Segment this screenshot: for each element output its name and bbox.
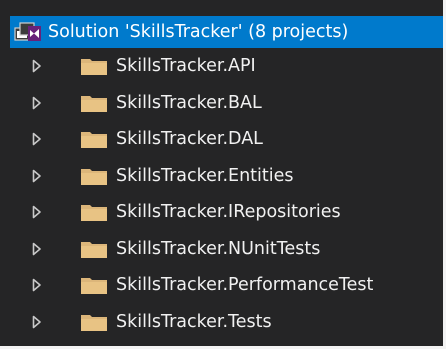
project-node-3[interactable]: SkillsTracker.Entities [10,158,443,195]
project-label: SkillsTracker.NUnitTests [116,238,321,259]
folder-icon [81,241,107,258]
project-label: SkillsTracker.Entities [116,165,294,186]
folder-icon [81,132,107,149]
project-node-1[interactable]: SkillsTracker.BAL [10,85,443,122]
expand-arrow-icon[interactable] [32,132,42,146]
solution-label: Solution 'SkillsTracker' (8 projects) [48,22,349,42]
project-label: SkillsTracker.BAL [116,92,262,113]
project-node-4[interactable]: SkillsTracker.IRepositories [10,194,443,231]
folder-icon [81,59,107,76]
expand-arrow-icon[interactable] [32,169,42,183]
expand-arrow-icon[interactable] [32,59,42,73]
expand-arrow-icon[interactable] [32,205,42,219]
folder-icon [81,278,107,295]
project-node-7[interactable]: SkillsTracker.Tests [10,304,443,341]
project-node-5[interactable]: SkillsTracker.NUnitTests [10,231,443,268]
expand-arrow-icon[interactable] [32,96,42,110]
folder-icon [81,205,107,222]
project-label: SkillsTracker.API [116,56,256,76]
folder-icon [81,168,107,185]
expand-arrow-icon[interactable] [32,242,42,256]
project-node-2[interactable]: SkillsTracker.DAL [10,121,443,158]
project-label: SkillsTracker.IRepositories [116,202,341,222]
project-node-0[interactable]: SkillsTracker.API [10,48,443,85]
folder-icon [81,95,107,112]
project-label: SkillsTracker.DAL [116,129,263,149]
folder-icon [81,314,107,331]
solution-explorer-panel: Solution 'SkillsTracker' (8 projects) Sk… [0,0,446,349]
project-label: SkillsTracker.PerformanceTest [116,275,374,295]
project-label: SkillsTracker.Tests [116,311,272,332]
solution-node[interactable]: Solution 'SkillsTracker' (8 projects) [10,16,443,48]
expand-arrow-icon[interactable] [32,315,42,329]
expand-arrow-icon[interactable] [32,278,42,292]
visual-studio-solution-icon [14,22,41,41]
project-node-6[interactable]: SkillsTracker.PerformanceTest [10,267,443,304]
solution-tree: Solution 'SkillsTracker' (8 projects) Sk… [10,16,443,340]
